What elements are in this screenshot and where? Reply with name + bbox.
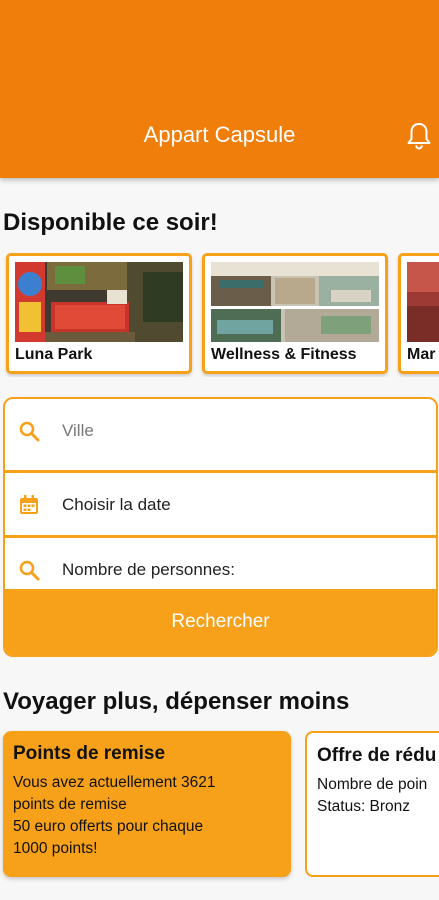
- offer-card[interactable]: Offre de rédu Nombre de poin Status: Bro…: [305, 731, 439, 877]
- venue-card-3-image: [407, 262, 439, 342]
- date-label: Choisir la date: [62, 495, 171, 514]
- wellness-fitness-image: [211, 262, 379, 342]
- city-placeholder: Ville: [62, 421, 94, 440]
- venue-card-label: Wellness & Fitness: [211, 346, 357, 363]
- tonight-section-title: Disponible ce soir!: [3, 209, 218, 236]
- venue-card-3[interactable]: Mar: [398, 253, 439, 374]
- points-card-line: Vous avez actuellement 3621: [13, 774, 216, 791]
- venue-card-wellness-fitness[interactable]: Wellness & Fitness: [202, 253, 388, 374]
- offer-card-line: Status: Bronz: [317, 798, 411, 815]
- venue-card-label: Luna Park: [15, 346, 93, 363]
- search-icon: [19, 421, 40, 442]
- date-field[interactable]: Choisir la date: [5, 473, 436, 537]
- search-icon: [19, 560, 40, 581]
- bell-icon[interactable]: [405, 121, 433, 151]
- calendar-icon: [20, 495, 38, 514]
- offer-card-line: Nombre de poin: [317, 776, 428, 793]
- app-title: Appart Capsule: [143, 122, 296, 147]
- tonight-carousel[interactable]: Luna Park Wellness & Fitness Mar: [0, 253, 439, 377]
- search-form: Ville Choisir la date Nombre de personne…: [3, 397, 438, 657]
- points-card-line: 50 euro offerts pour chaque: [13, 818, 204, 835]
- people-label: Nombre de personnes:: [62, 560, 235, 579]
- luna-park-image: [15, 262, 183, 342]
- venue-card-label: Mar: [407, 346, 436, 363]
- points-card-line: 1000 points!: [13, 840, 98, 857]
- points-card-line: points de remise: [13, 796, 127, 813]
- search-button[interactable]: Rechercher: [5, 589, 436, 655]
- points-card-title: Points de remise: [13, 743, 166, 764]
- travel-section-title: Voyager plus, dépenser moins: [3, 688, 350, 715]
- city-field[interactable]: Ville: [5, 399, 436, 463]
- venue-card-luna-park[interactable]: Luna Park: [6, 253, 192, 374]
- offer-card-title: Offre de rédu: [317, 745, 437, 766]
- app-bar: Appart Capsule: [0, 0, 439, 178]
- points-card[interactable]: Points de remise Vous avez actuellement …: [3, 731, 291, 877]
